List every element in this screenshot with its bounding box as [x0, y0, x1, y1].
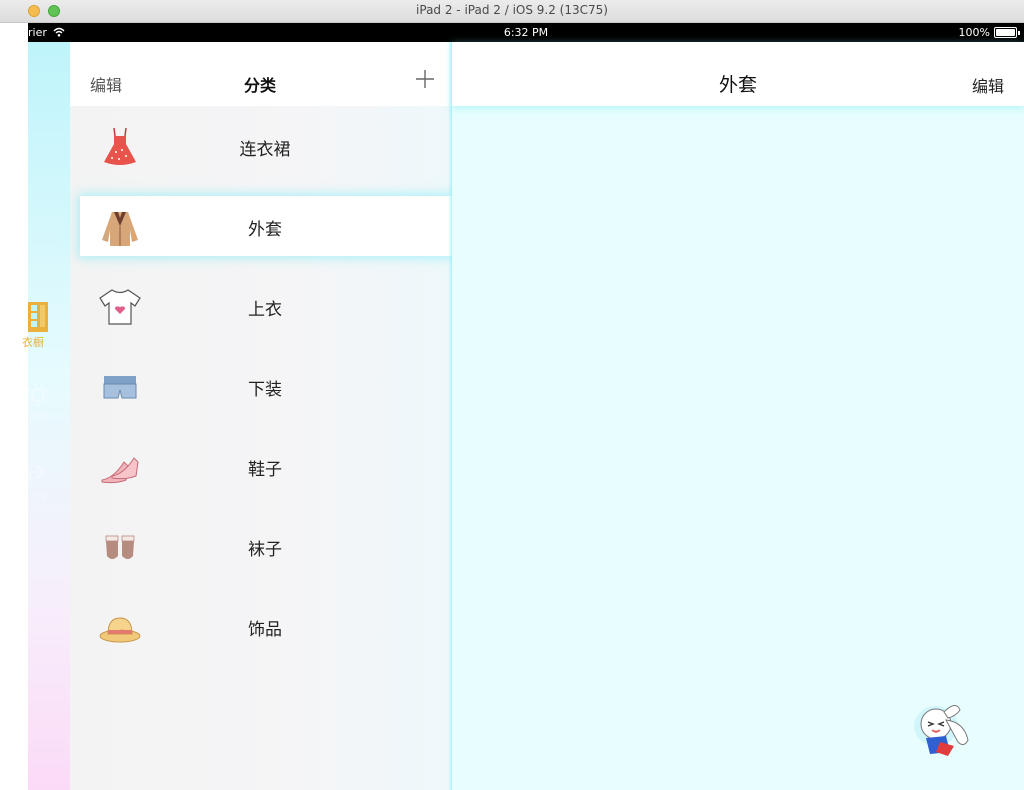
detail-title: 外套 [718, 74, 757, 96]
app-area: 衣橱 设置 分享 编辑 分类 连衣裙 外套 上衣 下装 鞋子 袜子 饰品 外套 … [22, 42, 1024, 790]
tab-share-label: 分享 [28, 492, 48, 503]
hat-icon [99, 617, 141, 643]
socks-icon [105, 535, 135, 559]
category-label: 外套 [248, 220, 282, 240]
tab-settings[interactable]: 设置 [28, 382, 70, 423]
tab-wardrobe[interactable]: 衣橱 [22, 300, 70, 350]
tab-bar: 衣橱 设置 分享 [22, 42, 70, 790]
category-label: 上衣 [248, 300, 282, 320]
window-title: iPad 2 - iPad 2 / iOS 9.2 (13C75) [416, 3, 608, 17]
category-row-shoes[interactable]: 鞋子 [70, 436, 452, 496]
plus-icon[interactable] [414, 68, 436, 90]
detail-nav-bar: 外套 编辑 [452, 42, 1024, 106]
category-row-bottoms[interactable]: 下装 [70, 356, 452, 416]
category-label: 连衣裙 [239, 140, 291, 160]
category-row-socks[interactable]: 袜子 [70, 516, 452, 576]
category-label: 下装 [248, 380, 282, 400]
category-label: 饰品 [248, 620, 282, 640]
edit-categories-button[interactable]: 编辑 [90, 72, 122, 96]
category-row-accessories[interactable]: 饰品 [70, 596, 452, 656]
gear-icon [28, 384, 49, 406]
mascot-icon[interactable] [906, 694, 980, 766]
dress-icon [104, 127, 136, 165]
tab-wardrobe-label: 衣橱 [22, 336, 44, 349]
status-bar: rier 6:32 PM 100% [28, 23, 1024, 42]
shorts-icon [103, 376, 137, 399]
category-label: 袜子 [248, 540, 282, 560]
share-icon [28, 465, 47, 482]
battery-tip [1018, 30, 1020, 35]
heels-icon [101, 457, 139, 484]
category-nav-bar: 编辑 分类 [70, 42, 452, 106]
wardrobe-icon [28, 302, 48, 332]
status-time: 6:32 PM [503, 26, 549, 39]
battery-percent: 100% [958, 26, 990, 39]
detail-panel: 外套 编辑 [452, 42, 1024, 790]
edit-items-button[interactable]: 编辑 [972, 73, 1004, 97]
category-row-coat[interactable]: 外套 [80, 196, 452, 256]
tab-share[interactable]: 分享 [28, 462, 70, 503]
battery-icon [994, 27, 1017, 38]
category-row-top[interactable]: 上衣 [70, 276, 452, 336]
simulator-title-bar: iPad 2 - iPad 2 / iOS 9.2 (13C75) [0, 0, 1024, 23]
category-label: 鞋子 [248, 460, 282, 480]
battery-indicator: 100% [959, 26, 1020, 39]
category-row-dress[interactable]: 连衣裙 [70, 116, 452, 176]
category-title: 分类 [243, 76, 276, 95]
tshirt-icon [99, 289, 141, 325]
coat-icon [102, 212, 138, 246]
category-list-panel: 编辑 分类 连衣裙 外套 上衣 下装 鞋子 袜子 饰品 [70, 42, 452, 790]
tab-settings-label: 设置 [28, 412, 48, 423]
